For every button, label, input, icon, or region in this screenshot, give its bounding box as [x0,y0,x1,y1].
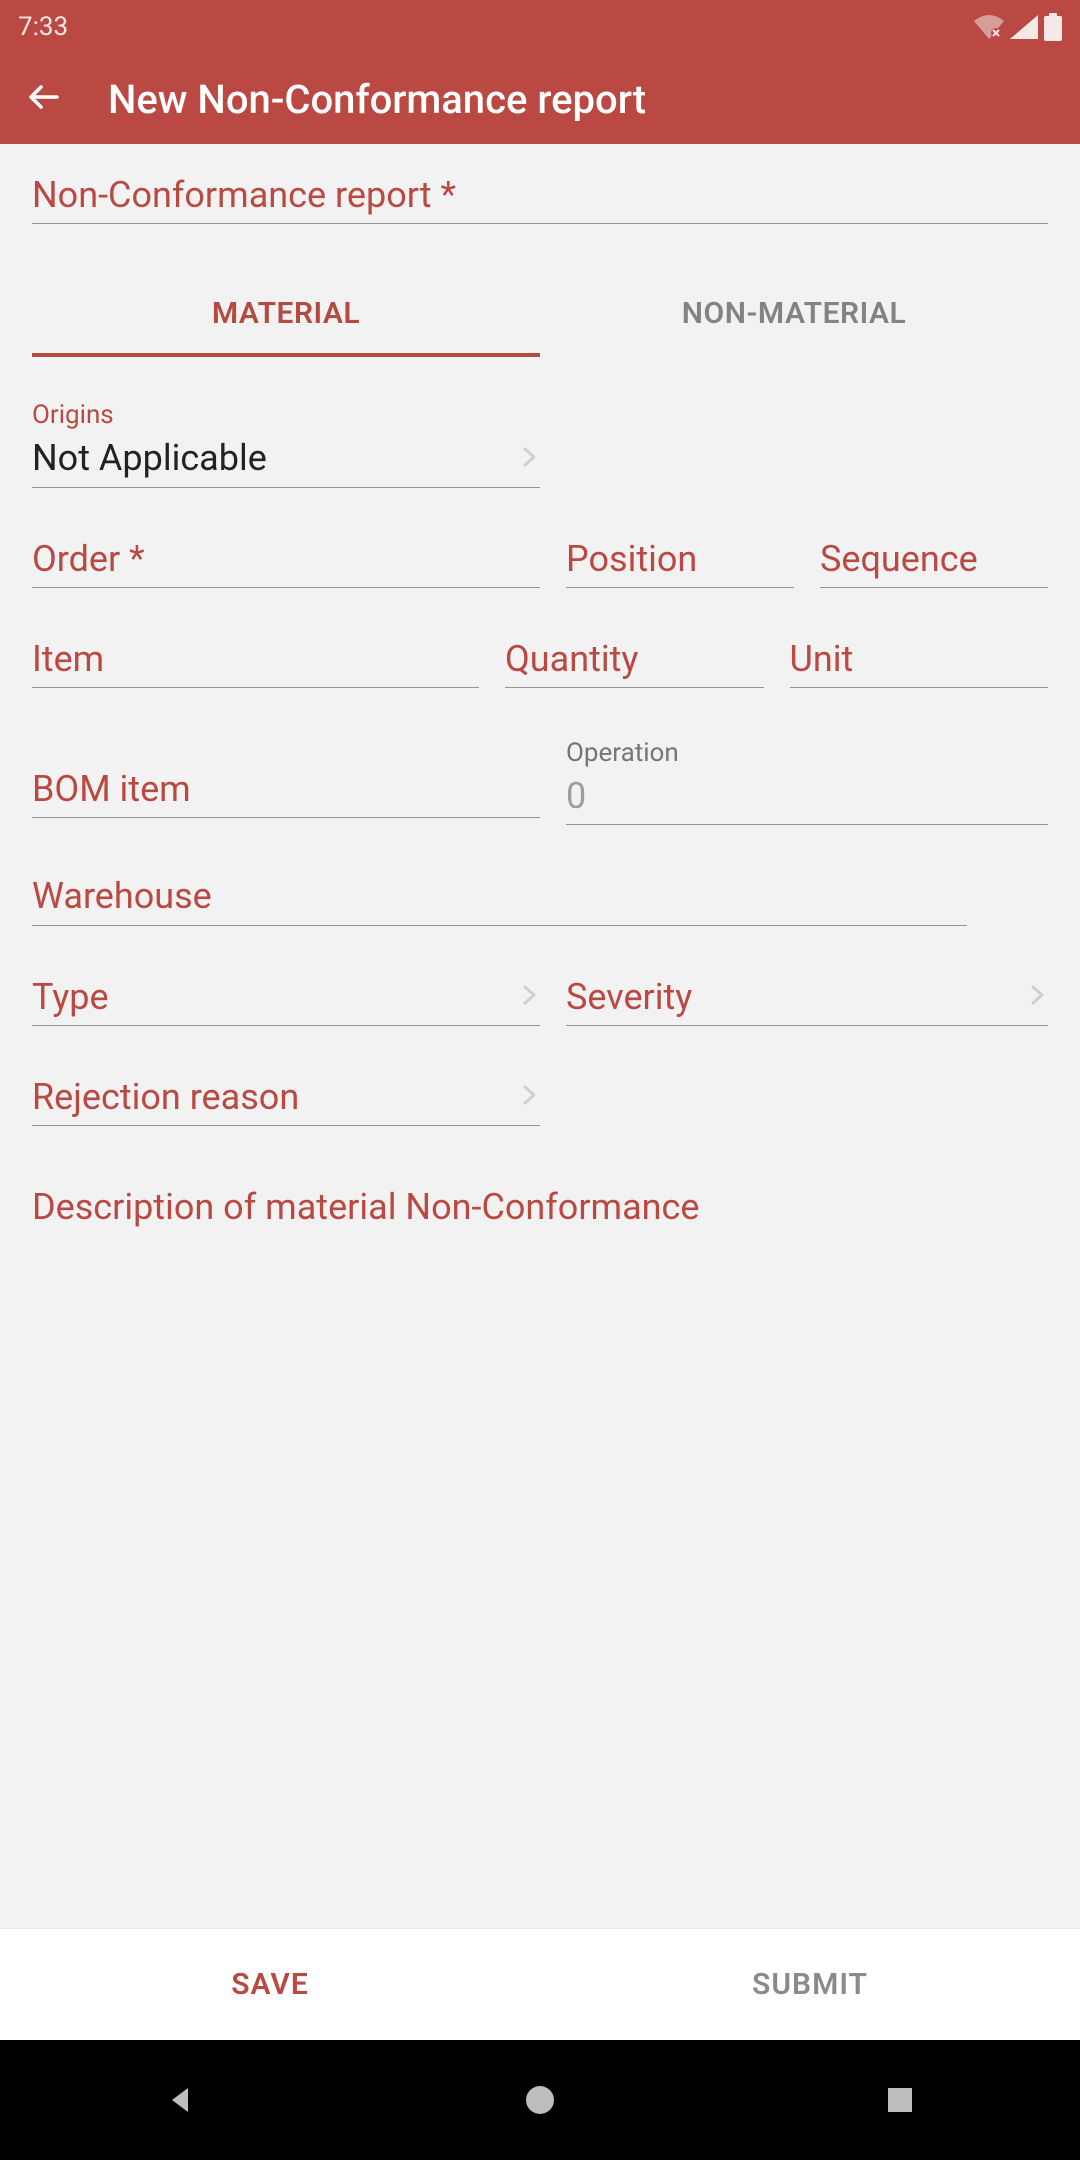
nav-back-button[interactable] [160,2080,200,2120]
origins-field[interactable]: Origins Not Applicable [32,400,540,487]
chevron-right-icon [518,984,540,1010]
tab-non-material[interactable]: NON-MATERIAL [540,274,1048,357]
description-label: Description of material Non-Conformance [32,1186,700,1228]
type-label: Type [32,976,109,1019]
unit-label: Unit [790,638,854,681]
back-button[interactable] [24,77,64,121]
triangle-back-icon [160,2080,200,2120]
sequence-field[interactable]: Sequence [820,538,1048,588]
chevron-right-icon [518,446,540,472]
severity-field[interactable]: Severity [566,976,1048,1026]
report-field-label: Non-Conformance report * [32,174,456,217]
battery-icon [1044,13,1062,41]
chevron-right-icon [1026,984,1048,1010]
item-field[interactable]: Item [32,638,479,688]
status-time: 7:33 [18,12,68,42]
save-button[interactable]: SAVE [0,1967,540,2002]
rejection-label: Rejection reason [32,1076,299,1119]
submit-button[interactable]: SUBMIT [540,1967,1080,2002]
origins-value: Not Applicable [32,437,267,480]
report-field[interactable]: Non-Conformance report * [32,174,1048,224]
bom-item-field[interactable]: BOM item [32,768,540,825]
position-label: Position [566,538,697,581]
form-content: Non-Conformance report * MATERIAL NON-MA… [0,144,1080,1928]
item-label: Item [32,638,104,681]
circle-home-icon [520,2080,560,2120]
quantity-field[interactable]: Quantity [505,638,763,688]
page-title: New Non-Conformance report [108,76,646,123]
position-field[interactable]: Position [566,538,794,588]
arrow-left-icon [24,77,64,117]
app-bar: New Non-Conformance report [0,54,1080,144]
nav-home-button[interactable] [520,2080,560,2120]
sequence-label: Sequence [820,538,978,581]
type-field[interactable]: Type [32,976,540,1026]
wifi-icon [974,15,1004,39]
order-field[interactable]: Order * [32,538,540,588]
square-recent-icon [880,2080,920,2120]
android-nav-bar [0,2040,1080,2160]
status-bar: 7:33 [0,0,1080,54]
nav-recent-button[interactable] [880,2080,920,2120]
warehouse-field[interactable]: Warehouse [32,875,967,925]
footer-bar: SAVE SUBMIT [0,1928,1080,2040]
chevron-right-icon [518,1084,540,1110]
operation-field[interactable]: Operation 0 [566,738,1048,825]
warehouse-label: Warehouse [32,875,212,918]
operation-value: 0 [566,775,586,818]
operation-label: Operation [566,738,1048,769]
severity-label: Severity [566,976,692,1019]
cell-signal-icon [1010,15,1038,39]
bom-label: BOM item [32,768,191,811]
tabs: MATERIAL NON-MATERIAL [32,274,1048,358]
description-field[interactable]: Description of material Non-Conformance [32,1186,1048,1229]
tab-material[interactable]: MATERIAL [32,274,540,357]
unit-field[interactable]: Unit [790,638,1048,688]
quantity-label: Quantity [505,638,638,681]
status-icons [974,13,1062,41]
origins-label: Origins [32,400,540,431]
order-label: Order * [32,538,145,581]
rejection-reason-field[interactable]: Rejection reason [32,1076,540,1126]
